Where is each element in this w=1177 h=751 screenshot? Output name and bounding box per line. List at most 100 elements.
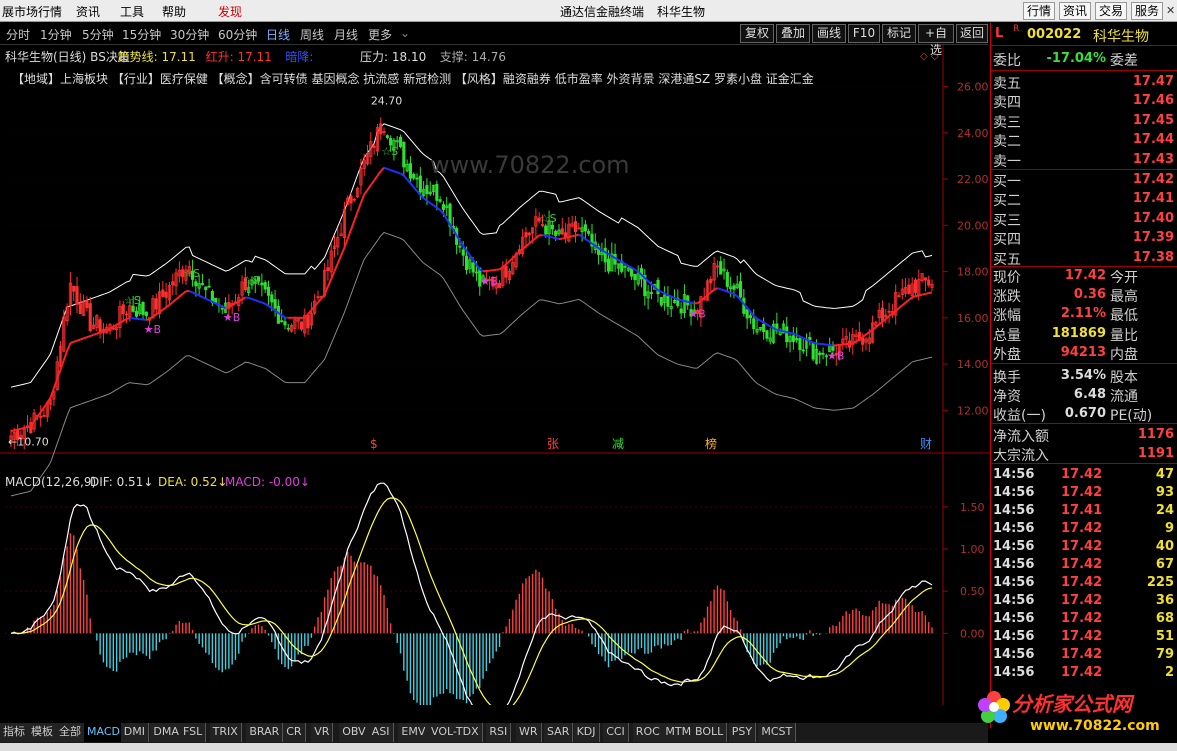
candle-body [220, 307, 224, 310]
collapse-icon[interactable]: ⌄ [400, 26, 410, 40]
candle-body [606, 258, 611, 272]
indicator-tab[interactable]: MCST [758, 723, 797, 742]
period-tab[interactable]: 1分钟 [40, 26, 72, 43]
indicator-tab[interactable]: OBV [339, 723, 370, 742]
indicator-tab[interactable]: BOLL [692, 723, 728, 742]
indicator-tab[interactable]: ROC [632, 723, 664, 742]
candle-body [745, 309, 749, 319]
trend-segment [584, 238, 590, 243]
indicator-tab[interactable]: RSI [486, 723, 512, 742]
btn-watchlist[interactable]: +自选 [918, 24, 954, 57]
trend-segment [103, 329, 108, 333]
stock-flag-r: R [1013, 24, 1020, 34]
sell-marker: ☆S [381, 145, 398, 158]
row-value: 3.54% [1060, 368, 1106, 383]
indicator-tab[interactable]: KDJ [573, 723, 600, 742]
trend-segment [412, 186, 418, 192]
tick-volume: 93 [1155, 485, 1174, 500]
candle-body [141, 302, 145, 315]
period-tab[interactable]: 月线 [334, 26, 358, 43]
indicator-tab[interactable]: MACD [84, 723, 124, 742]
indicator-tab[interactable]: EMV [398, 723, 430, 742]
menu-discover[interactable]: 发现 [218, 3, 242, 20]
period-tab[interactable]: 分时 [6, 26, 30, 43]
btn-adjust[interactable]: 复权 [740, 24, 774, 43]
indicator-tab[interactable]: VOL-TDX [428, 723, 483, 742]
trend-segment [908, 296, 913, 301]
indicator-tab[interactable]: ASI [368, 723, 394, 742]
indicator-tab[interactable]: DMI [120, 723, 150, 742]
trend-segment [126, 317, 131, 320]
trend-segment [215, 302, 220, 306]
row-value: 17.46 [1132, 93, 1174, 109]
indicator-tab[interactable]: TRIX [209, 723, 242, 742]
kline-chart[interactable]: ☆S ★B ☆S ★B ☆S ☆S ★B ☆S ★B ★B 26.00 24.00 22.00 20.0… [0, 45, 990, 705]
trend-segment [925, 292, 929, 295]
tick-time: 14:56 [993, 575, 1035, 590]
period-tab[interactable]: 15分钟 [122, 26, 161, 43]
period-more[interactable]: 更多 [368, 26, 392, 43]
btn-f10[interactable]: F10 [848, 24, 880, 43]
app-title: 通达信金融终端 [560, 5, 645, 19]
indicator-tab[interactable]: 全部 [56, 723, 85, 742]
row-key: 净流入额 [993, 429, 1049, 445]
tick-volume: 24 [1155, 503, 1174, 518]
flow-row: 净流入额 1176 [993, 425, 1176, 445]
indicator-tab[interactable]: WR [516, 723, 542, 742]
trend-segment [336, 255, 343, 264]
row-value: -17.04% [1046, 51, 1106, 66]
trend-segment [20, 427, 25, 430]
period-tab[interactable]: 60分钟 [218, 26, 257, 43]
event-flag: $ [370, 437, 378, 451]
indicator-tab[interactable]: 模板 [28, 723, 57, 742]
btn-overlay[interactable]: 叠加 [776, 24, 810, 43]
indicator-tab[interactable]: MTM [662, 723, 696, 742]
trend-segment [809, 340, 814, 344]
btn-mark[interactable]: 标记 [882, 24, 916, 43]
indicator-tab[interactable]: CCI [603, 723, 629, 742]
period-tab[interactable]: 5分钟 [82, 26, 114, 43]
candle-body [633, 273, 637, 281]
price-tick-label: 20.00 [957, 219, 989, 232]
candle-body [560, 228, 564, 235]
divider [991, 45, 1177, 46]
trend-segment [773, 327, 778, 331]
btn-quote[interactable]: 行情 [1023, 2, 1055, 20]
indicator-tab[interactable]: CR [283, 723, 306, 742]
candle-body [42, 415, 46, 417]
menu-news[interactable]: 资讯 [76, 3, 100, 20]
indicator-tab[interactable]: PSY [728, 723, 757, 742]
indicator-tab[interactable]: 指标 [0, 723, 29, 742]
window-close-icon[interactable]: ✕ [1166, 4, 1175, 17]
bid-row: 买四 17.39 [993, 228, 1176, 248]
period-tab[interactable]: 30分钟 [170, 26, 209, 43]
trend-segment [379, 167, 385, 172]
btn-service[interactable]: 服务 [1131, 2, 1163, 20]
row-key2: 股本 [1110, 370, 1138, 386]
tick-time: 14:56 [993, 665, 1035, 680]
candle-body [283, 321, 287, 326]
indicator-tab[interactable]: VR [311, 723, 334, 742]
indicator-tab[interactable]: FSL [180, 723, 207, 742]
candle-body [913, 279, 918, 293]
period-tab-selected[interactable]: 日线 [266, 26, 290, 43]
row-key: 涨跌 [993, 289, 1021, 306]
btn-info[interactable]: 资讯 [1059, 2, 1091, 20]
menu-tools[interactable]: 工具 [120, 3, 144, 20]
btn-back[interactable]: 返回 [956, 24, 988, 43]
indicator-tab[interactable]: BRAR [246, 723, 284, 742]
row-key2: 量比 [1110, 327, 1138, 344]
quote-row: 涨跌 0.36 最高 [993, 285, 1176, 306]
row-value: 0.670 [1064, 406, 1106, 422]
tick-volume: 2 [1164, 665, 1174, 680]
menu-market[interactable]: 展市场行情 [2, 3, 62, 20]
period-tab[interactable]: 周线 [300, 26, 324, 43]
indicator-tab[interactable]: SAR [544, 723, 574, 742]
indicator-tab[interactable]: DMA [150, 723, 183, 742]
menu-help[interactable]: 帮助 [162, 3, 186, 20]
trend-segment [353, 211, 359, 222]
btn-trade[interactable]: 交易 [1095, 2, 1127, 20]
fund-row: 净资 6.48 流通 [993, 385, 1176, 405]
trend-segment [542, 234, 547, 237]
btn-draw[interactable]: 画线 [812, 24, 846, 43]
